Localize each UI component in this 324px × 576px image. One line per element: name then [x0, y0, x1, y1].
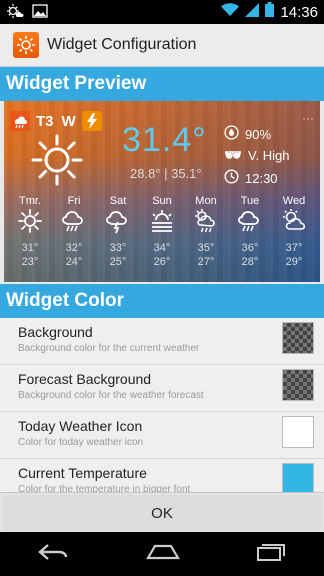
forecast-hi: 37° — [285, 242, 303, 254]
badge-w: W — [61, 112, 76, 130]
forecast-lo: 23° — [21, 256, 39, 268]
forecast-lo: 28° — [241, 256, 259, 268]
recent-apps-icon[interactable] — [256, 542, 286, 567]
wifi-icon — [221, 2, 240, 22]
rain-cloud-icon — [236, 207, 264, 240]
forecast-hi: 34° — [153, 242, 171, 254]
setting-subtitle: Color for today weather icon — [18, 437, 144, 448]
forecast-lo: 26° — [153, 256, 171, 268]
forecast-lo: 24° — [65, 256, 83, 268]
forecast-day: Fri 32° 24° — [52, 195, 96, 268]
forecast-day: Mon 35° 27° — [184, 195, 228, 268]
forecast-hi: 33° — [109, 242, 127, 254]
hi-lo-temperature: 28.8° | 35.1° — [130, 166, 202, 181]
setting-background-color[interactable]: Background Background color for the curr… — [0, 318, 324, 365]
uv-value: V. High — [248, 148, 290, 163]
sunglasses-icon — [224, 148, 242, 163]
time-stat: 12:30 — [224, 169, 278, 187]
battery-icon — [265, 2, 275, 22]
color-swatch[interactable] — [282, 322, 314, 354]
app-bar: Widget Configuration — [0, 24, 324, 67]
humidity-value: 90% — [245, 126, 272, 142]
app-title: Widget Configuration — [47, 36, 197, 53]
current-temperature: 31.4° — [122, 121, 207, 159]
color-section-header: Widget Color — [0, 284, 324, 318]
forecast-day-name: Tmr. — [19, 195, 41, 207]
badge-t3: T3 — [36, 112, 54, 130]
rain-alert-icon — [10, 111, 30, 131]
time-value: 12:30 — [245, 170, 278, 186]
navigation-bar — [0, 532, 324, 576]
forecast-hi: 31° — [21, 242, 39, 254]
forecast-hi: 35° — [197, 242, 215, 254]
forecast-lo: 29° — [285, 256, 303, 268]
setting-subtitle: Background color for the current weather — [18, 343, 200, 354]
app-sun-icon — [13, 32, 39, 58]
forecast-day-name: Tue — [240, 195, 260, 207]
more-icon[interactable]: ··· — [302, 111, 314, 125]
lightning-icon — [81, 111, 102, 131]
clock-icon — [224, 169, 239, 187]
color-swatch[interactable] — [282, 416, 314, 448]
color-swatch[interactable] — [282, 463, 314, 495]
status-time: 14:36 — [280, 3, 318, 21]
home-icon[interactable] — [146, 544, 180, 565]
humidity-icon — [224, 125, 239, 143]
setting-forecast-background-color[interactable]: Forecast Background Background color for… — [0, 365, 324, 412]
forecast-day-name: Fri — [67, 195, 81, 207]
setting-today-weather-icon-color[interactable]: Today Weather Icon Color for today weath… — [0, 412, 324, 459]
thunder-cloud-icon — [104, 207, 132, 240]
forecast-day-name: Wed — [282, 195, 306, 207]
setting-title: Background — [18, 324, 93, 340]
setting-title: Today Weather Icon — [18, 418, 143, 434]
back-icon[interactable] — [38, 543, 70, 566]
setting-title: Forecast Background — [18, 371, 152, 387]
forecast-strip: Tmr. 31° 23° Fri 32° 24° Sat 33° 25° Sun… — [8, 195, 316, 268]
forecast-lo: 27° — [197, 256, 215, 268]
image-notification-icon — [32, 3, 48, 24]
signal-icon — [245, 2, 260, 22]
forecast-day-name: Sun — [152, 195, 172, 207]
forecast-day: Sat 33° 25° — [96, 195, 140, 268]
sun-icon — [16, 207, 44, 240]
today-sun-icon — [30, 133, 84, 192]
setting-title: Current Temperature — [18, 465, 147, 481]
color-settings-list: Background Background color for the curr… — [0, 318, 324, 506]
uv-stat: V. High — [224, 148, 289, 163]
forecast-day: Tue 36° 28° — [228, 195, 272, 268]
forecast-day: Sun 34° 26° — [140, 195, 184, 268]
forecast-day: Tmr. 31° 23° — [8, 195, 52, 268]
ok-bar: OK — [0, 492, 324, 533]
badge-row: T3 W — [10, 111, 102, 131]
forecast-day-name: Mon — [195, 195, 217, 207]
haze-sun-icon — [148, 207, 176, 240]
forecast-day-name: Sat — [109, 195, 127, 207]
partly-sunny-icon — [280, 207, 308, 240]
ok-button[interactable]: OK — [3, 495, 321, 531]
preview-section-header: Widget Preview — [0, 67, 324, 101]
forecast-hi: 36° — [241, 242, 259, 254]
forecast-day: Wed 37° 29° — [272, 195, 316, 268]
weather-notification-icon — [6, 3, 24, 24]
color-swatch[interactable] — [282, 369, 314, 401]
rain-cloud-icon — [60, 207, 88, 240]
partly-rain-icon — [192, 207, 220, 240]
forecast-hi: 32° — [65, 242, 83, 254]
setting-subtitle: Background color for the weather forecas… — [18, 390, 204, 401]
humidity-stat: 90% — [224, 125, 271, 143]
status-bar: 14:36 — [0, 0, 324, 24]
forecast-lo: 25° — [109, 256, 127, 268]
widget-preview: T3 W 31.4° 28.8° | 35.1° ··· 90% V. High… — [4, 101, 320, 282]
